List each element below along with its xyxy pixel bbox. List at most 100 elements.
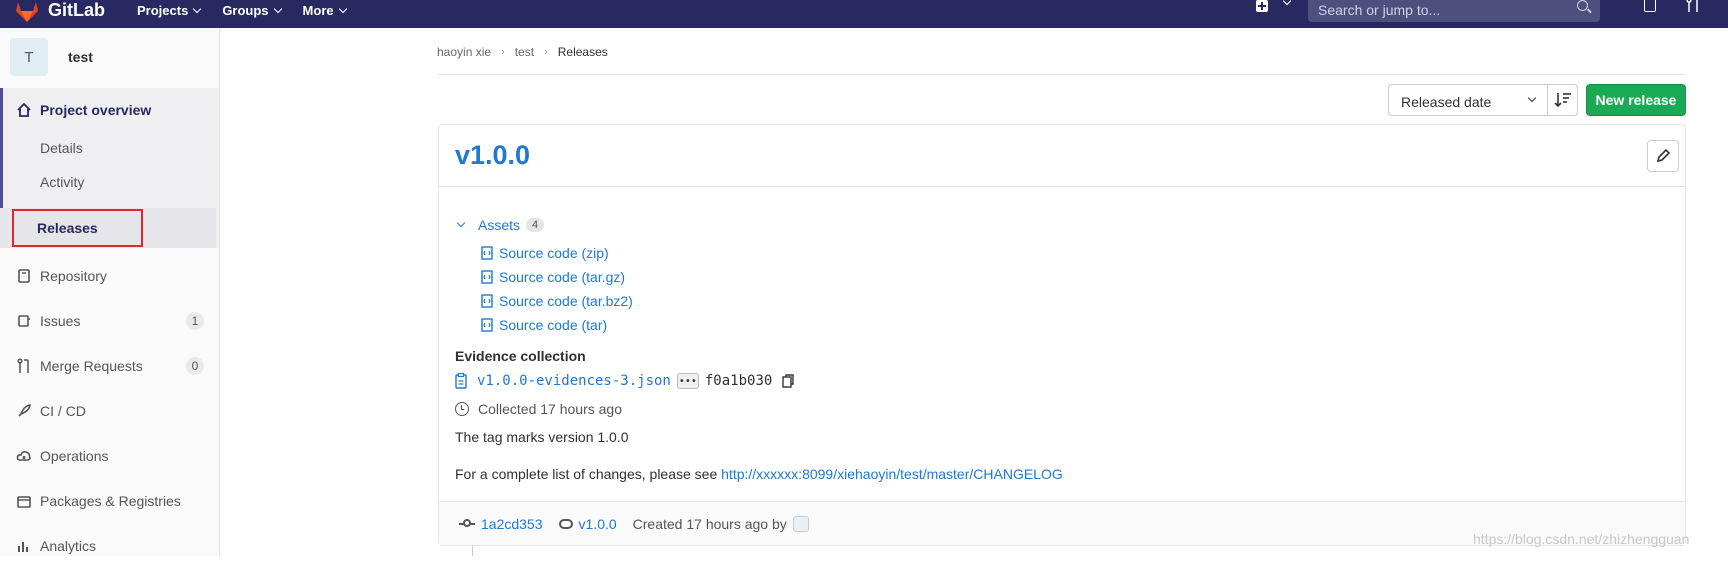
doc-code-icon	[481, 246, 493, 260]
sort-select[interactable]: Released date	[1388, 84, 1548, 116]
release-title-link[interactable]: v1.0.0	[455, 140, 530, 171]
sort-direction-button[interactable]	[1547, 84, 1578, 116]
highlight-box	[12, 209, 143, 247]
evidence-row: v1.0.0-evidences-3.json ••• f0a1b030	[455, 373, 795, 389]
commit-sha-link[interactable]: 1a2cd353	[481, 516, 543, 532]
breadcrumb: haoyin xie › test › Releases	[437, 45, 608, 59]
book-icon	[18, 269, 30, 283]
search-input[interactable]: Search or jump to...	[1308, 0, 1600, 22]
asset-label: Source code (zip)	[499, 245, 609, 261]
author-avatar[interactable]	[792, 515, 809, 532]
nav-groups-label: Groups	[222, 2, 269, 18]
timeline-line	[472, 546, 473, 556]
evidence-sha: f0a1b030	[704, 373, 773, 389]
sidebar-item-label: Project overview	[40, 102, 152, 118]
search-icon	[1577, 0, 1588, 11]
nav-more-dropdown[interactable]: More	[302, 2, 347, 18]
chevron-down-icon	[1527, 93, 1537, 103]
sidebar-item-label: Merge Requests	[40, 358, 143, 374]
tag-icon	[558, 518, 573, 529]
assets-label: Assets	[478, 217, 521, 233]
changelog-prefix: For a complete list of changes, please s…	[455, 466, 722, 482]
sidebar-item-details[interactable]: Details	[40, 140, 83, 156]
breadcrumb-current[interactable]: Releases	[558, 45, 608, 59]
created-text: Created 17 hours ago by	[632, 515, 787, 532]
doc-code-icon	[481, 294, 493, 308]
sidebar-item-repository[interactable]: Repository	[0, 256, 219, 296]
merge-request-nav-icon[interactable]	[1686, 0, 1700, 12]
project-sidebar: T test Project overview Details Activity…	[0, 28, 220, 556]
chevron-down-icon	[456, 218, 466, 228]
assets-count-badge: 4	[526, 218, 545, 232]
sidebar-item-label: Issues	[40, 313, 81, 329]
nav-groups-dropdown[interactable]: Groups	[222, 2, 282, 18]
chevron-down-icon	[273, 4, 282, 13]
doc-code-icon	[481, 318, 493, 332]
gitlab-home-link[interactable]: GitLab	[14, 0, 105, 23]
tag-link[interactable]: v1.0.0	[579, 516, 617, 532]
sidebar-item-analytics[interactable]: Analytics	[0, 526, 219, 566]
project-avatar: T	[10, 38, 48, 76]
nav-projects-dropdown[interactable]: Projects	[137, 2, 202, 18]
evidence-file-link[interactable]: v1.0.0-evidences-3.json	[477, 373, 671, 389]
cloud-gear-icon	[16, 451, 31, 461]
divider	[437, 74, 1685, 75]
asset-label: Source code (tar.bz2)	[499, 293, 633, 309]
asset-label: Source code (tar)	[499, 317, 608, 333]
changelog-link[interactable]: http://xxxxxx:8099/xiehaoyin/test/master…	[721, 466, 1063, 482]
sidebar-item-operations[interactable]: Operations	[0, 436, 219, 476]
sidebar-item-label: Repository	[40, 268, 107, 284]
sidebar-item-project-overview[interactable]: Project overview	[16, 102, 151, 118]
evidence-expand-button[interactable]: •••	[676, 373, 699, 389]
sidebar-item-label: CI / CD	[40, 403, 86, 419]
sort-lowest-icon	[1554, 93, 1571, 108]
doc-code-icon	[481, 270, 493, 284]
asset-link-zip[interactable]: Source code (zip)	[481, 245, 609, 261]
nav-projects-label: Projects	[137, 2, 189, 18]
sidebar-item-merge-requests[interactable]: Merge Requests 0	[0, 346, 219, 386]
todo-icon[interactable]	[1644, 0, 1656, 12]
breadcrumb-chevron-icon: ›	[501, 46, 505, 58]
nav-more-label: More	[302, 2, 334, 18]
issues-icon	[18, 315, 30, 327]
clipboard-icon	[455, 373, 467, 389]
home-icon	[17, 102, 31, 117]
sidebar-item-activity[interactable]: Activity	[40, 174, 84, 190]
release-description: The tag marks version 1.0.0	[455, 429, 629, 445]
breadcrumb-user[interactable]: haoyin xie	[437, 45, 491, 59]
clock-icon	[455, 402, 469, 416]
sidebar-item-issues[interactable]: Issues 1	[0, 301, 219, 341]
asset-link-tar[interactable]: Source code (tar)	[481, 317, 607, 333]
issues-count-badge: 1	[186, 312, 204, 330]
merge-requests-count-badge: 0	[186, 357, 204, 375]
new-item-plus-icon[interactable]	[1256, 0, 1268, 12]
sidebar-item-packages-registries[interactable]: Packages & Registries	[0, 481, 219, 521]
project-name: test	[68, 49, 93, 65]
assets-toggle[interactable]: Assets 4	[456, 217, 545, 233]
gitlab-logo-icon	[16, 2, 38, 22]
breadcrumb-project[interactable]: test	[515, 45, 534, 59]
rocket-icon	[18, 404, 31, 417]
asset-link-tar-bz2[interactable]: Source code (tar.bz2)	[481, 293, 633, 309]
copy-to-clipboard-icon[interactable]	[782, 374, 795, 388]
sidebar-item-releases[interactable]: Releases	[0, 208, 216, 248]
new-release-button[interactable]: New release	[1586, 84, 1686, 116]
sidebar-item-ci-cd[interactable]: CI / CD	[0, 391, 219, 431]
evidence-collection-heading: Evidence collection	[455, 348, 586, 364]
release-card-header: v1.0.0	[439, 125, 1685, 187]
chevron-down-icon[interactable]	[1282, 0, 1292, 6]
release-changelog-note: For a complete list of changes, please s…	[455, 466, 1063, 482]
sidebar-item-label: Operations	[40, 448, 109, 464]
sidebar-item-label: Packages & Registries	[40, 493, 181, 509]
project-header[interactable]: T test	[10, 38, 93, 76]
edit-release-button[interactable]	[1647, 140, 1679, 172]
nav-menu: Projects Groups More	[137, 3, 368, 18]
watermark: https://blog.csdn.net/zhizhengguan	[1473, 531, 1690, 547]
asset-label: Source code (tar.gz)	[499, 269, 626, 285]
merge-request-icon	[17, 358, 29, 373]
brand-name: GitLab	[48, 0, 105, 20]
sidebar-item-label: Analytics	[40, 538, 97, 554]
asset-link-tar-gz[interactable]: Source code (tar.gz)	[481, 269, 625, 285]
chevron-down-icon	[193, 4, 202, 13]
breadcrumb-chevron-icon: ›	[544, 46, 548, 58]
